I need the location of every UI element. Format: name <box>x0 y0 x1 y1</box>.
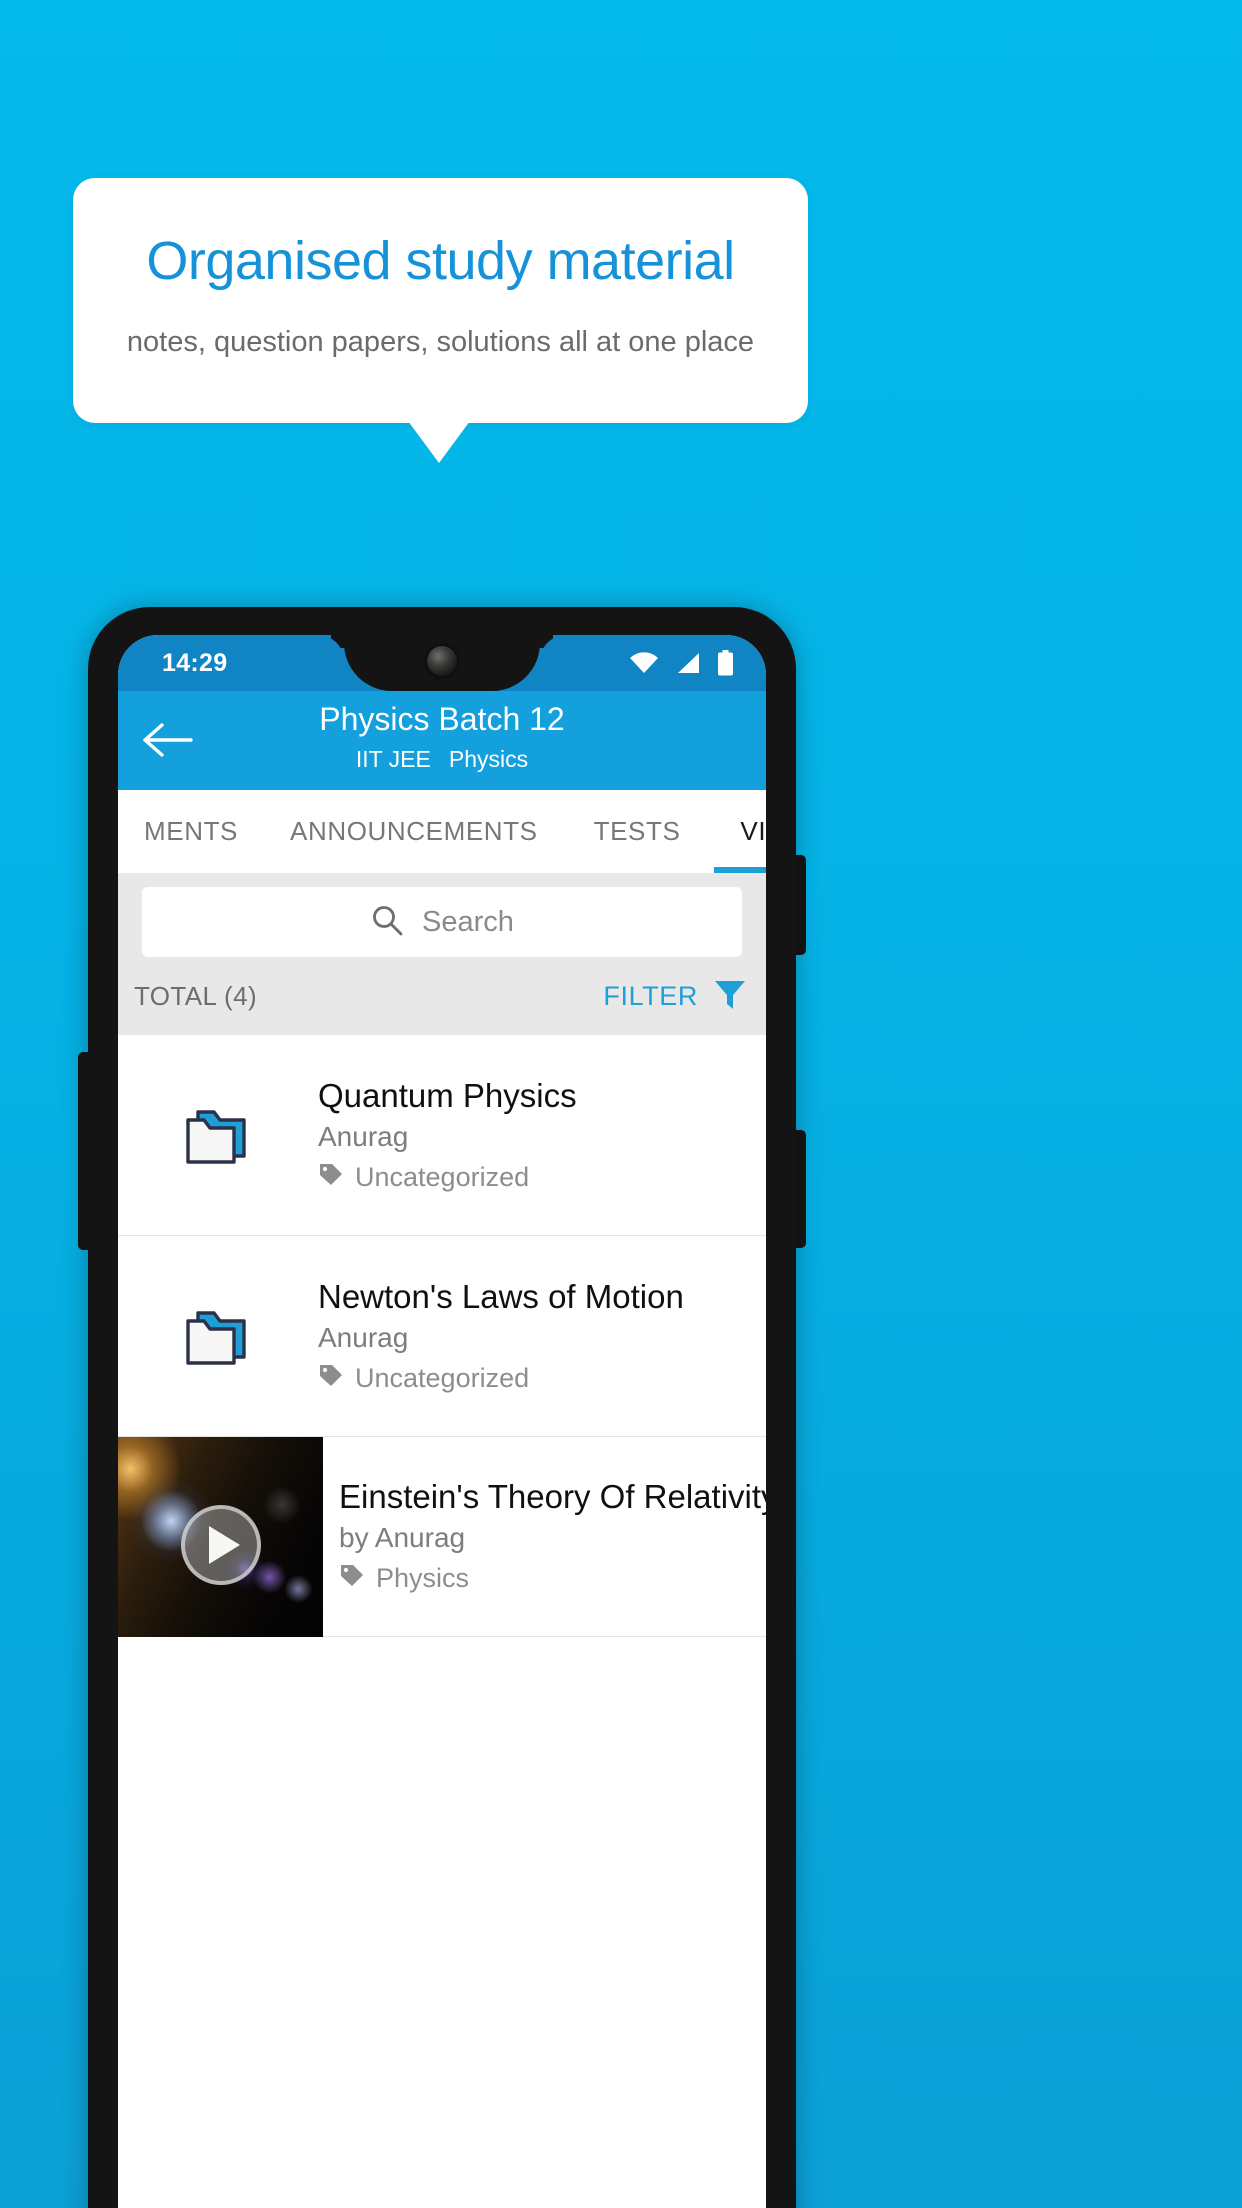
row-text: Quantum Physics Anurag Uncategorized <box>318 1077 766 1194</box>
tab-tests[interactable]: TESTS <box>566 790 709 873</box>
promo-subtitle: notes, question papers, solutions all at… <box>126 326 755 358</box>
promo-title: Organised study material <box>146 231 735 291</box>
list-toolbar: TOTAL (4) FILTER <box>118 957 766 1035</box>
row-author: Anurag <box>318 1321 409 1353</box>
row-title: Quantum Physics <box>318 1076 577 1114</box>
tag-label: Uncategorized <box>355 1161 530 1192</box>
status-bar: 14:29 <box>118 635 766 691</box>
promo-bubble: Organised study material notes, question… <box>73 178 808 423</box>
tab-announcements[interactable]: ANNOUNCEMENTS <box>262 790 566 873</box>
folder-icon <box>118 1303 318 1369</box>
row-title: Newton's Laws of Motion <box>318 1277 684 1315</box>
battery-icon <box>717 650 734 681</box>
phone-screen: 14:29 Physics Batch 12 IIT JEE Physics M… <box>118 635 766 2208</box>
tag-icon <box>339 1562 365 1595</box>
tag-icon <box>318 1362 344 1395</box>
table-row[interactable]: Einstein's Theory Of Relativity by Anura… <box>118 1436 766 1637</box>
breadcrumb-subject: Physics <box>448 746 529 772</box>
table-row[interactable]: Newton's Laws of Motion Anurag Uncategor… <box>118 1236 766 1437</box>
row-tag: Uncategorized <box>318 1362 752 1395</box>
row-text: Newton's Laws of Motion Anurag Uncategor… <box>318 1278 766 1395</box>
row-tag: Physics <box>339 1562 766 1595</box>
tag-label: Uncategorized <box>355 1362 530 1393</box>
content-list: Quantum Physics Anurag Uncategorized New… <box>118 1035 766 1637</box>
row-author: by Anurag <box>339 1522 466 1553</box>
folder-icon <box>118 1102 318 1168</box>
search-icon <box>370 903 404 942</box>
status-icons <box>629 650 734 681</box>
row-text: Einstein's Theory Of Relativity by Anura… <box>323 1478 766 1595</box>
front-camera <box>427 646 457 676</box>
wifi-icon <box>629 651 659 680</box>
filter-label: FILTER <box>603 980 698 1011</box>
phone-notch <box>344 635 540 691</box>
row-tag: Uncategorized <box>318 1161 752 1194</box>
search-placeholder: Search <box>422 905 514 938</box>
breadcrumb-course: IIT JEE <box>355 746 431 772</box>
play-icon[interactable] <box>180 1504 261 1585</box>
app-bar: Physics Batch 12 IIT JEE Physics <box>118 691 766 790</box>
video-thumbnail[interactable] <box>118 1436 323 1637</box>
tag-icon <box>318 1161 344 1194</box>
funnel-icon <box>712 976 748 1017</box>
row-author: Anurag <box>318 1120 409 1152</box>
phone-mockup: 14:29 Physics Batch 12 IIT JEE Physics M… <box>88 607 796 2208</box>
tab-ments[interactable]: MENTS <box>118 790 262 873</box>
status-time: 14:29 <box>162 649 228 677</box>
tab-bar: MENTS ANNOUNCEMENTS TESTS VIDEOS <box>118 790 766 873</box>
play-triangle <box>209 1525 240 1564</box>
search-input[interactable]: Search <box>142 887 742 957</box>
tag-label: Physics <box>376 1563 470 1593</box>
filter-button[interactable]: FILTER <box>603 976 748 1017</box>
promo-bubble-tail <box>408 421 470 463</box>
page-title: Physics Batch 12 <box>319 701 565 737</box>
search-zone: Search <box>118 873 766 957</box>
row-title: Einstein's Theory Of Relativity <box>339 1478 766 1515</box>
table-row[interactable]: Quantum Physics Anurag Uncategorized <box>118 1035 766 1236</box>
signal-icon <box>675 651 701 680</box>
breadcrumb: IIT JEE Physics <box>118 746 766 773</box>
total-count-label: TOTAL (4) <box>134 980 258 1011</box>
tab-videos[interactable]: VIDEOS <box>708 790 766 873</box>
